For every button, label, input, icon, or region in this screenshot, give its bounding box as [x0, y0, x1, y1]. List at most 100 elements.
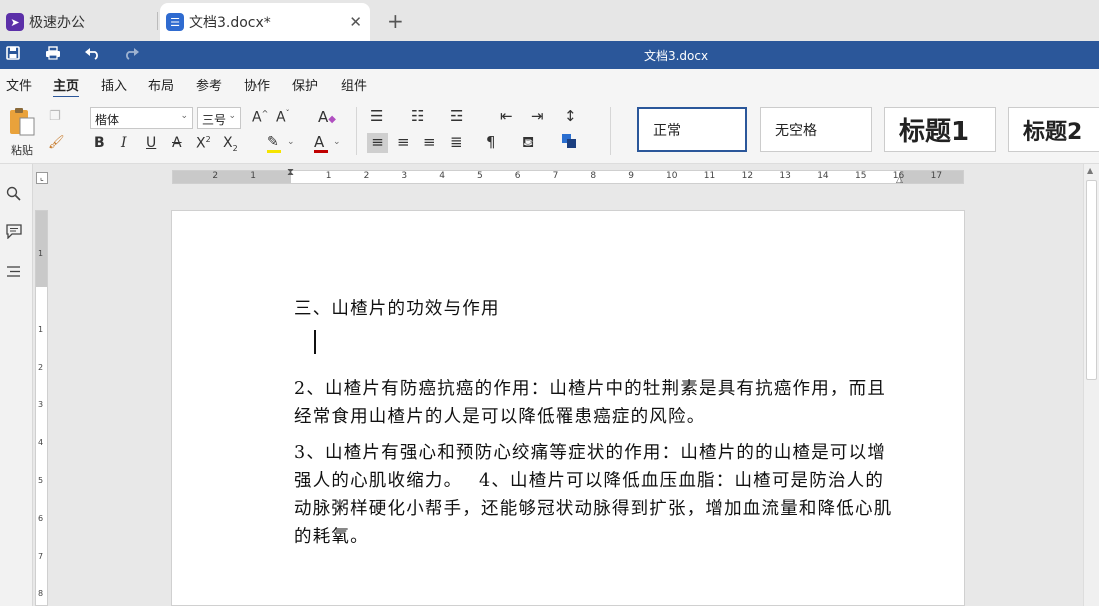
bullet-list-icon[interactable]: ☰	[370, 107, 383, 125]
ruler-label: 5	[477, 171, 483, 181]
style-heading-1-label: 标题1	[899, 117, 970, 147]
shading-icon[interactable]: ⛾	[522, 133, 534, 153]
subscript-icon[interactable]: X2	[223, 135, 238, 153]
comments-icon[interactable]	[6, 224, 22, 243]
ruler-label: 4	[439, 171, 445, 181]
document-paragraph[interactable]: 3、山楂片有强心和预防心绞痛等症状的作用：山楂片的的山楂是可以增强人的心肌收缩力…	[294, 439, 894, 551]
tab-stop-selector[interactable]: ⌞	[36, 172, 48, 184]
font-size-select[interactable]: 三号 ⌄	[197, 107, 241, 129]
ribbon-toolbar: 粘贴 ❐ 🖌 楷体 ⌄ 三号 ⌄ A^ Aˇ A◆ B I U A X2 X2 …	[0, 97, 1099, 164]
bold-icon[interactable]: B	[94, 135, 105, 151]
style-heading-1[interactable]: 标题1	[884, 107, 996, 152]
text-cursor	[314, 330, 316, 354]
scroll-up-icon[interactable]: ▲	[1087, 166, 1093, 175]
document-icon: ☰	[166, 13, 184, 31]
decrease-indent-icon[interactable]: ⇤	[500, 107, 513, 125]
indent-marker-icon[interactable]: ⧗	[287, 167, 294, 178]
format-painter-icon[interactable]: 🖌	[48, 135, 65, 150]
chevron-down-icon[interactable]: ⌄	[287, 137, 295, 147]
ruler-label: 3	[38, 400, 44, 410]
style-normal-label: 正常	[653, 122, 681, 139]
underline-icon[interactable]: U	[146, 135, 156, 151]
scrollbar-thumb[interactable]	[1086, 180, 1097, 380]
empty-paragraph[interactable]	[294, 323, 894, 367]
strikethrough-icon[interactable]: A	[172, 135, 182, 151]
app-logo-icon: ➤	[6, 13, 24, 31]
align-left-icon[interactable]: ≡	[367, 133, 388, 153]
ruler-margin-left	[173, 171, 291, 183]
ribbon-divider	[610, 107, 611, 155]
navigation-icon[interactable]	[6, 264, 21, 282]
line-spacing-icon[interactable]: ↕	[564, 107, 577, 125]
align-right-icon[interactable]: ≡	[423, 133, 436, 151]
menu-references[interactable]: 参考	[196, 75, 222, 94]
vertical-scrollbar[interactable]: ▲	[1083, 164, 1099, 606]
menu-insert[interactable]: 插入	[101, 75, 127, 94]
ruler-label: 11	[703, 171, 716, 181]
font-size-value: 三号	[202, 113, 227, 127]
new-tab-button[interactable]: +	[387, 9, 404, 33]
ruler-label: 14	[817, 171, 829, 181]
menu-file[interactable]: 文件	[6, 75, 32, 94]
document-heading[interactable]: 三、山楂片的功效与作用	[294, 295, 894, 323]
font-color-icon[interactable]: A	[314, 133, 328, 153]
ruler-label: 2	[363, 171, 370, 181]
tab-home[interactable]: ➤ 极速办公	[0, 3, 155, 41]
increase-font-icon[interactable]: A^	[252, 109, 268, 126]
close-tab-icon[interactable]: ✕	[349, 13, 362, 31]
increase-indent-icon[interactable]: ⇥	[531, 107, 544, 125]
ruler-label: 3	[401, 171, 408, 181]
highlight-color-icon[interactable]: ✎	[267, 134, 281, 153]
ruler-label: 6	[38, 513, 44, 523]
borders-icon[interactable]	[561, 133, 577, 153]
style-no-spacing[interactable]: 无空格	[760, 107, 872, 152]
ruler-label: 1	[38, 324, 44, 334]
ruler-label: 6	[514, 171, 521, 181]
style-no-spacing-label: 无空格	[775, 122, 817, 139]
style-heading-2-label: 标题2	[1023, 119, 1083, 145]
document-page[interactable]: 三、山楂片的功效与作用 2、山楂片有防癌抗癌的作用：山楂片中的牡荆素是具有抗癌作…	[171, 210, 965, 606]
ribbon-divider	[356, 107, 357, 155]
ruler-label: 4	[38, 438, 44, 448]
numbered-list-icon[interactable]: ☷	[411, 107, 424, 125]
italic-icon[interactable]: I	[121, 135, 127, 151]
document-body[interactable]: 三、山楂片的功效与作用 2、山楂片有防癌抗癌的作用：山楂片中的牡荆素是具有抗癌作…	[294, 295, 894, 551]
clear-format-icon[interactable]: A◆	[318, 108, 336, 126]
ruler-label: 17	[930, 171, 943, 181]
ruler-label: 7	[38, 551, 44, 561]
ruler-label: 9	[628, 171, 634, 181]
chevron-down-icon: ⌄	[180, 111, 188, 121]
paragraph-mark-icon[interactable]: ¶	[486, 133, 496, 151]
menu-layout[interactable]: 布局	[148, 75, 174, 94]
document-paragraph[interactable]: 2、山楂片有防癌抗癌的作用：山楂片中的牡荆素是具有抗癌作用，而且经常食用山楂片的…	[294, 375, 894, 431]
tab-divider	[157, 12, 158, 30]
vertical-ruler[interactable]: 1 1 2 3 4 5 6 7 8	[35, 210, 48, 606]
menu-collaborate[interactable]: 协作	[244, 75, 270, 94]
font-name-value: 楷体	[95, 113, 120, 127]
right-indent-marker-icon[interactable]: △	[896, 175, 903, 185]
horizontal-ruler[interactable]: 2 1 1 2 3 4 5 6 7 8 9 10 11 12 13 14 15 16 17 ⧗ △	[172, 167, 964, 185]
justify-icon[interactable]: ≣	[450, 133, 463, 151]
copy-icon[interactable]: ❐	[49, 109, 61, 124]
tab-document[interactable]: ☰ 文档3.docx* ✕	[160, 3, 370, 41]
title-bar: 文档3.docx	[0, 41, 1099, 69]
ruler-label: 10	[666, 171, 678, 181]
menu-bar: 文件 主页 插入 布局 参考 协作 保护 组件	[0, 69, 1099, 98]
decrease-font-icon[interactable]: Aˇ	[276, 109, 290, 126]
style-heading-2[interactable]: 标题2	[1008, 107, 1099, 152]
multilevel-list-icon[interactable]: ☲	[450, 107, 463, 125]
menu-home[interactable]: 主页	[53, 75, 80, 98]
menu-protect[interactable]: 保护	[292, 75, 318, 94]
menu-plugins[interactable]: 组件	[341, 75, 367, 94]
ruler-label: 5	[38, 476, 44, 485]
search-icon[interactable]	[6, 186, 21, 205]
ruler-label: 1	[325, 171, 332, 181]
align-center-icon[interactable]: ≡	[397, 133, 410, 151]
paste-button[interactable]	[8, 107, 36, 141]
tab-home-label: 极速办公	[29, 15, 85, 31]
ruler-label: 8	[590, 171, 597, 181]
superscript-icon[interactable]: X2	[196, 135, 211, 152]
style-normal[interactable]: 正常	[637, 107, 747, 152]
font-name-select[interactable]: 楷体 ⌄	[90, 107, 193, 129]
chevron-down-icon[interactable]: ⌄	[333, 137, 341, 147]
